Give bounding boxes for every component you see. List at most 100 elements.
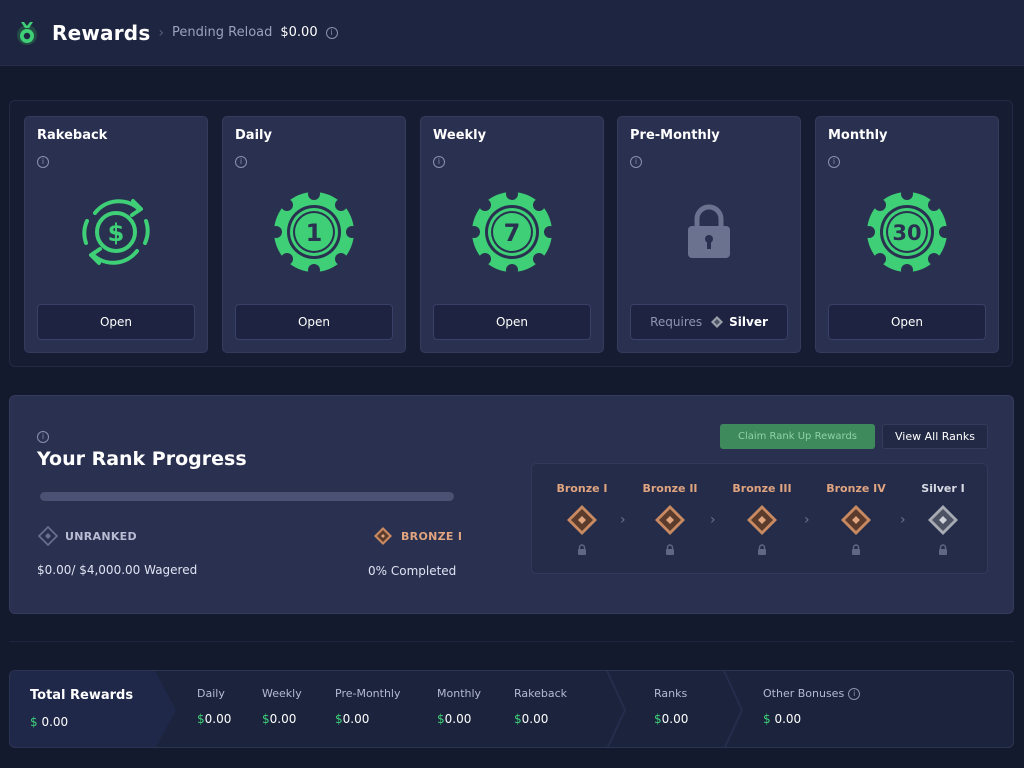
bronze-rank-icon: [567, 505, 597, 535]
rewards-medal-icon: [14, 20, 40, 46]
currency-symbol: $: [763, 712, 771, 726]
column-label: Monthly: [437, 687, 482, 700]
completed-percent: 0% Completed: [368, 564, 457, 578]
claim-rank-up-rewards-button[interactable]: Claim Rank Up Rewards: [720, 424, 875, 449]
card-title: Rakeback: [37, 128, 108, 143]
current-rank: UNRANKED: [38, 526, 137, 546]
total-rewards-bar: Total Rewards $ 0.00 Daily $0.00 Weekly …: [9, 670, 1014, 748]
column-value: 0.00: [774, 712, 802, 726]
info-icon[interactable]: i: [630, 156, 642, 168]
pending-reload-value: $0.00: [280, 25, 318, 40]
lock-icon: [666, 189, 752, 275]
rank-progress-title: Your Rank Progress: [37, 448, 247, 470]
section-divider: [9, 641, 1014, 642]
chip-number: 30: [892, 221, 921, 245]
total-amount: 0.00: [41, 715, 69, 729]
other-bonuses-info-icon[interactable]: i: [848, 687, 861, 700]
tier-bronze-1[interactable]: Bronze I: [542, 482, 622, 555]
breadcrumb-chevron-icon: ›: [158, 24, 165, 41]
chevron-right-icon: ›: [804, 512, 810, 528]
rank-progress-panel: i Your Rank Progress UNRANKED BRONZE I $…: [9, 395, 1014, 614]
bronze-rank-icon: [747, 505, 777, 535]
chip-number: 7: [504, 219, 521, 247]
lock-icon: [666, 544, 674, 555]
total-ranks: Ranks $0.00: [654, 687, 688, 726]
lock-icon: [852, 544, 860, 555]
total-rakeback: Rakeback $0.00: [514, 687, 567, 726]
total-rewards-value: $ 0.00: [30, 715, 68, 729]
chip-number: 1: [306, 219, 323, 247]
info-icon[interactable]: i: [433, 156, 445, 168]
column-label: Daily: [197, 687, 225, 700]
currency-symbol: $: [262, 712, 270, 726]
column-label: Pre-Monthly: [335, 687, 401, 700]
column-value: 0.00: [342, 712, 370, 726]
column-value: 0.00: [269, 712, 297, 726]
page-title: Rewards: [52, 20, 151, 45]
currency-symbol: $: [30, 715, 38, 729]
bronze-rank-icon: [655, 505, 685, 535]
view-all-ranks-button[interactable]: View All Ranks: [882, 424, 988, 449]
card-monthly: Monthly i 30 Open: [815, 116, 999, 353]
currency-symbol: $: [437, 712, 445, 726]
tier-bronze-4[interactable]: Bronze IV: [816, 482, 896, 555]
column-label: Rakeback: [514, 687, 568, 700]
card-title: Monthly: [828, 128, 888, 143]
lock-icon: [758, 544, 766, 555]
card-title: Daily: [235, 128, 272, 143]
total-daily: Daily $0.00: [197, 687, 231, 726]
open-weekly-button[interactable]: Open: [433, 304, 591, 340]
info-icon[interactable]: i: [235, 156, 247, 168]
total-rewards-label: Total Rewards: [30, 688, 134, 703]
column-value: 0.00: [204, 712, 232, 726]
card-daily: Daily i 1 Open: [222, 116, 406, 353]
rank-tiers-track: Bronze I › Bronze II › Bronze III › Bron…: [531, 463, 988, 574]
svg-text:$: $: [108, 219, 125, 247]
requires-label: Requires: [650, 315, 703, 329]
tier-silver-1[interactable]: Silver I: [903, 482, 983, 555]
tier-name: Silver I: [921, 482, 965, 495]
other-bonuses-label: Other Bonuses: [763, 687, 845, 700]
pending-info-icon[interactable]: i: [325, 26, 338, 39]
bronze-rank-icon: [841, 505, 871, 535]
chip-icon: 7: [468, 188, 556, 276]
chevron-divider-icon: [723, 671, 744, 747]
next-rank-label: BRONZE I: [401, 529, 463, 543]
column-label: Ranks: [654, 687, 688, 700]
total-other-bonuses: Other Bonuses i $ 0.00: [763, 687, 861, 726]
open-daily-button[interactable]: Open: [235, 304, 393, 340]
info-icon[interactable]: i: [828, 156, 840, 168]
open-monthly-button[interactable]: Open: [828, 304, 986, 340]
silver-rank-icon: [711, 316, 724, 328]
chip-icon: 30: [863, 188, 951, 276]
open-rakeback-button[interactable]: Open: [37, 304, 195, 340]
top-bar: Rewards › Pending Reload $0.00 i: [0, 0, 1024, 66]
tier-bronze-2[interactable]: Bronze II: [630, 482, 710, 555]
total-weekly: Weekly $0.00: [262, 687, 302, 726]
tier-bronze-3[interactable]: Bronze III: [722, 482, 802, 555]
chip-icon: 1: [270, 188, 358, 276]
silver-rank-icon: [928, 505, 958, 535]
card-title: Pre-Monthly: [630, 128, 720, 143]
total-monthly: Monthly $0.00: [437, 687, 481, 726]
chevron-right-icon: ›: [620, 512, 626, 528]
card-title: Weekly: [433, 128, 487, 143]
tier-name: Bronze IV: [826, 482, 886, 495]
pending-reload-label: Pending Reload: [172, 25, 273, 40]
tier-name: Bronze II: [642, 482, 698, 495]
chevron-right-icon: ›: [710, 512, 716, 528]
card-weekly: Weekly i 7 Open: [420, 116, 604, 353]
tier-name: Bronze I: [556, 482, 608, 495]
lock-icon: [939, 544, 947, 555]
bronze-rank-icon: [374, 527, 392, 545]
tier-name: Bronze III: [732, 482, 792, 495]
required-rank-label: Silver: [729, 315, 768, 329]
total-rewards-summary: [10, 671, 176, 747]
column-value: 0.00: [444, 712, 472, 726]
column-label: Other Bonuses i: [763, 687, 861, 700]
currency-symbol: $: [335, 712, 343, 726]
card-rakeback: Rakeback i $ Open: [24, 116, 208, 353]
info-icon[interactable]: i: [37, 156, 49, 168]
currency-symbol: $: [654, 712, 662, 726]
rank-info-icon[interactable]: i: [37, 431, 49, 443]
